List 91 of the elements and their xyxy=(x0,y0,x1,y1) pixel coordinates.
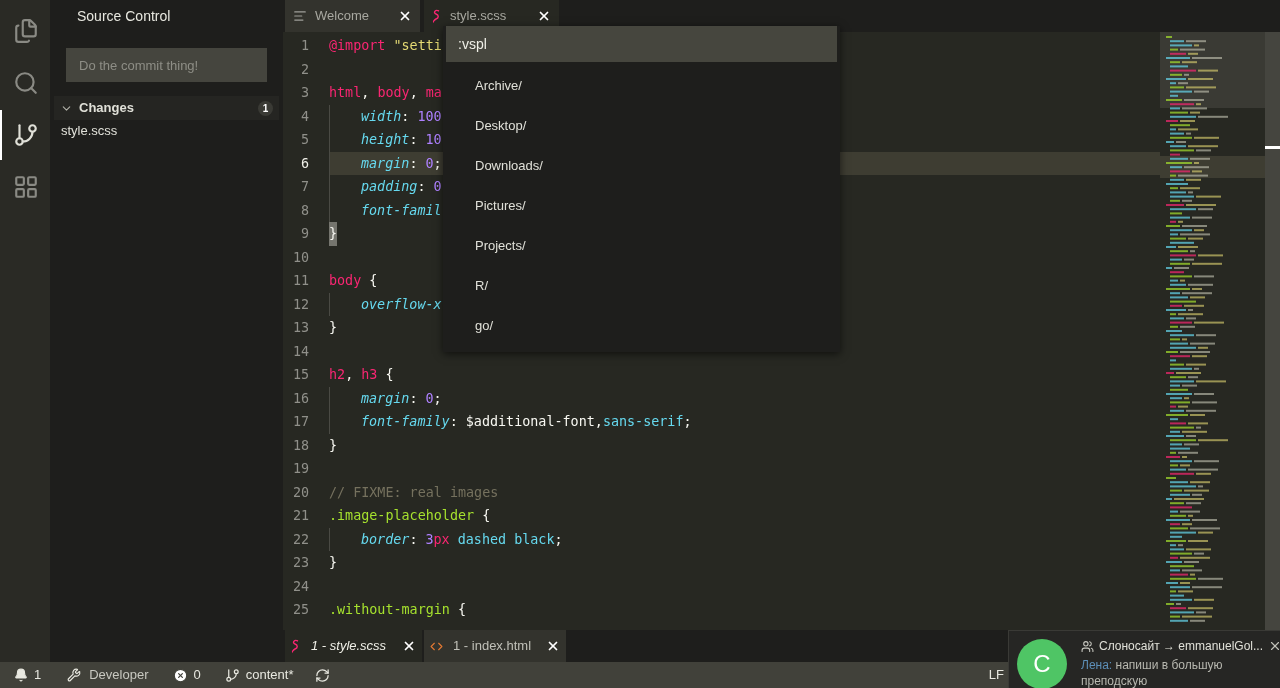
sidebar-title: Source Control xyxy=(76,6,172,26)
line-number: 2 xyxy=(299,60,309,79)
code-line: height: 10 xyxy=(329,128,442,152)
chat-message: Лена: напиши в большую преподскую xyxy=(1081,657,1224,688)
line-number: 16 xyxy=(291,389,309,408)
line-number: 22 xyxy=(291,530,309,549)
profile-label: Developer xyxy=(89,666,149,685)
changed-file[interactable]: style.scss xyxy=(50,120,283,142)
line-number: 12 xyxy=(291,295,309,314)
lines-icon xyxy=(293,9,307,23)
code-line: } xyxy=(329,554,338,572)
line-number: 24 xyxy=(291,577,309,596)
line-number: 3 xyxy=(299,84,309,102)
line-number: 19 xyxy=(291,460,309,478)
panel-tab[interactable]: 1 - index.html xyxy=(424,630,566,662)
line-ending[interactable]: LF xyxy=(988,665,1004,685)
error-icon[interactable] xyxy=(172,667,188,683)
code-line: } xyxy=(329,319,338,337)
close-icon[interactable] xyxy=(398,9,412,23)
bell-icon[interactable] xyxy=(14,668,28,682)
close-icon[interactable] xyxy=(1268,639,1280,653)
close-icon[interactable] xyxy=(546,639,560,653)
code-line: html, body, ma xyxy=(329,84,442,102)
command-field[interactable]: :vspl xyxy=(446,26,837,62)
tab-label: 1 - index.html xyxy=(453,637,533,656)
code-line: // FIXME: real images xyxy=(329,483,499,502)
line-number: 10 xyxy=(291,248,309,267)
squiggle-icon xyxy=(291,639,301,653)
wrench-icon[interactable] xyxy=(67,668,82,682)
line-number: 25 xyxy=(291,601,309,619)
branch-icon xyxy=(13,122,39,148)
tab-label: 1 - style.scss xyxy=(311,637,388,656)
code-line: overflow-x xyxy=(329,292,442,316)
folder-item[interactable]: Projects/ xyxy=(443,226,840,266)
code-line: margin: 0; xyxy=(329,386,442,410)
scrollbar[interactable] xyxy=(1265,32,1280,630)
folder-item[interactable]: Pictures/ xyxy=(443,186,840,226)
line-number: 13 xyxy=(291,319,309,337)
line-number: 7 xyxy=(299,178,309,196)
commit-message-field[interactable]: Do the commit thing! xyxy=(66,48,267,82)
line-number: 11 xyxy=(291,272,309,290)
line-number: 17 xyxy=(291,413,309,431)
branch-name: content* xyxy=(245,666,294,685)
code-line: width: 100 xyxy=(329,104,442,128)
close-icon[interactable] xyxy=(402,639,416,653)
files-icon xyxy=(13,18,39,44)
avatar: С xyxy=(1017,639,1067,688)
line-number: 4 xyxy=(299,107,309,126)
folder-item[interactable]: Desktop/ xyxy=(443,106,840,146)
sync-icon[interactable] xyxy=(315,667,331,683)
line-number: 9 xyxy=(299,225,309,243)
folder-item[interactable]: go/ xyxy=(443,306,840,346)
code-line: h2, h3 { xyxy=(329,366,394,384)
line-number: 18 xyxy=(291,436,309,455)
line-number: 21 xyxy=(291,507,309,525)
panel-tab[interactable]: 1 - style.scss xyxy=(285,630,422,662)
group-icon xyxy=(1081,639,1094,653)
code-line: .image-placeholder { xyxy=(329,507,491,525)
notification-count: 1 xyxy=(34,666,42,685)
line-number: 6 xyxy=(299,154,309,173)
search-icon xyxy=(13,70,39,96)
changes-header[interactable]: Changes 1 xyxy=(54,96,279,120)
line-number: 1 xyxy=(299,37,309,55)
line-number: 23 xyxy=(291,554,309,572)
code-line: } xyxy=(329,436,338,455)
code-line: margin: 0; xyxy=(329,151,442,175)
branch-icon[interactable] xyxy=(224,667,240,683)
line-number: 14 xyxy=(291,342,309,361)
line-number: 15 xyxy=(291,366,309,384)
editor-tab[interactable]: Welcome xyxy=(285,0,420,32)
line-number: 8 xyxy=(299,201,309,220)
code-line: font-family: $additional-font,sans-serif; xyxy=(329,410,692,434)
code-line: .without-margin { xyxy=(329,601,467,619)
code-line: body { xyxy=(329,272,378,290)
code-line: @import "setti xyxy=(329,37,442,55)
folder-item[interactable]: R/ xyxy=(443,266,840,306)
section-title: Changes xyxy=(79,99,135,118)
folder-item[interactable]: Archive/ xyxy=(443,66,840,106)
error-count: 0 xyxy=(193,666,201,685)
line-number: 5 xyxy=(299,131,309,149)
count-badge: 1 xyxy=(258,100,273,116)
code-line: padding: 0 xyxy=(329,175,442,199)
grid-icon xyxy=(13,174,39,200)
tab-label: style.scss xyxy=(450,7,508,26)
code-line: border: 3px dashed black; xyxy=(329,527,563,551)
folder-item[interactable]: Downloads/ xyxy=(443,146,840,186)
line-number: 20 xyxy=(291,483,309,502)
notification-title: Слоносайт → emmanuelGol... xyxy=(1099,638,1264,655)
squiggle-icon xyxy=(432,9,442,23)
close-icon[interactable] xyxy=(537,9,551,23)
tab-label: Welcome xyxy=(315,7,370,26)
